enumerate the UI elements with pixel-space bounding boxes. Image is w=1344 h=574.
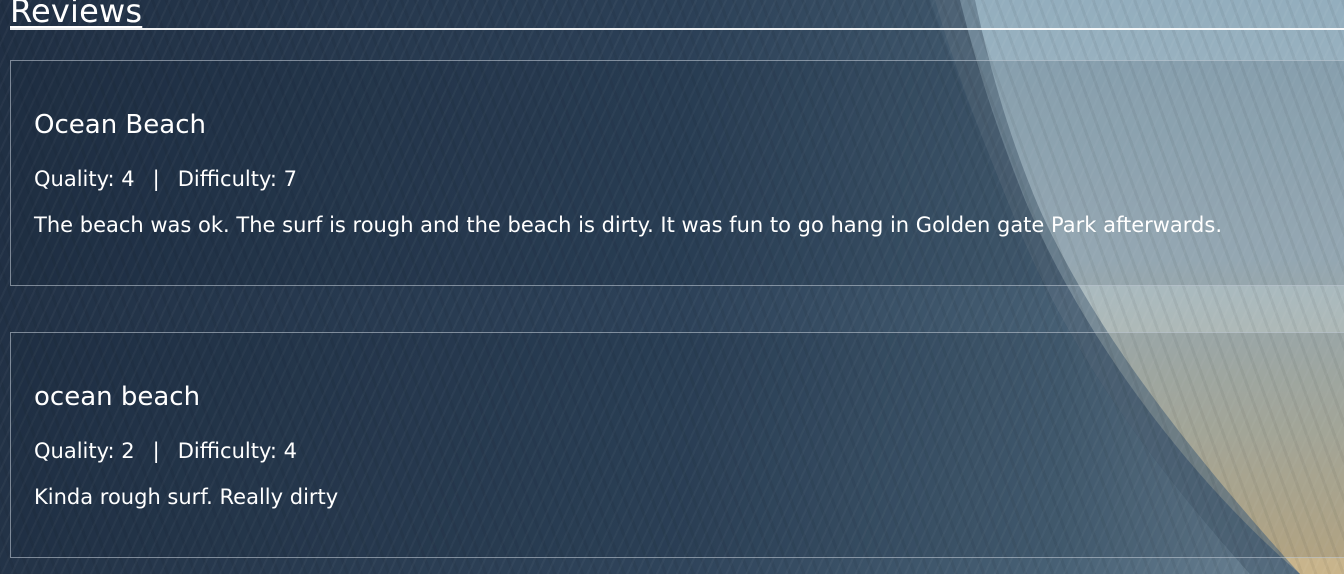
review-ratings: Quality: 2 | Difficulty: 4 <box>34 438 297 464</box>
quality-value: 4 <box>121 167 135 191</box>
difficulty-label: Difficulty: <box>177 167 277 191</box>
review-text: The beach was ok. The surf is rough and … <box>34 213 1223 237</box>
review-title: ocean beach <box>34 382 201 412</box>
reviews-section: Reviews Ocean Beach Quality: 4 | Difficult… <box>0 0 1344 574</box>
review-title: Ocean Beach <box>34 110 206 140</box>
review-text: Kinda rough surf. Really dirty <box>34 485 339 509</box>
ratings-separator: | <box>152 439 160 463</box>
quality-label: Quality: <box>34 439 115 463</box>
review-ratings: Quality: 4 | Difficulty: 7 <box>34 166 297 192</box>
heading-divider <box>10 28 1344 30</box>
review-card: ocean beach Quality: 2 | Difficulty: 4 Kin… <box>10 332 1344 558</box>
difficulty-value: 7 <box>283 167 298 191</box>
quality-value: 2 <box>121 439 135 463</box>
quality-label: Quality: <box>34 167 115 191</box>
difficulty-value: 4 <box>283 439 298 463</box>
ratings-separator: | <box>152 167 160 191</box>
review-card: Ocean Beach Quality: 4 | Difficulty: 7 The… <box>10 60 1344 286</box>
difficulty-label: Difficulty: <box>177 439 277 463</box>
reviews-heading: Reviews <box>10 0 143 30</box>
